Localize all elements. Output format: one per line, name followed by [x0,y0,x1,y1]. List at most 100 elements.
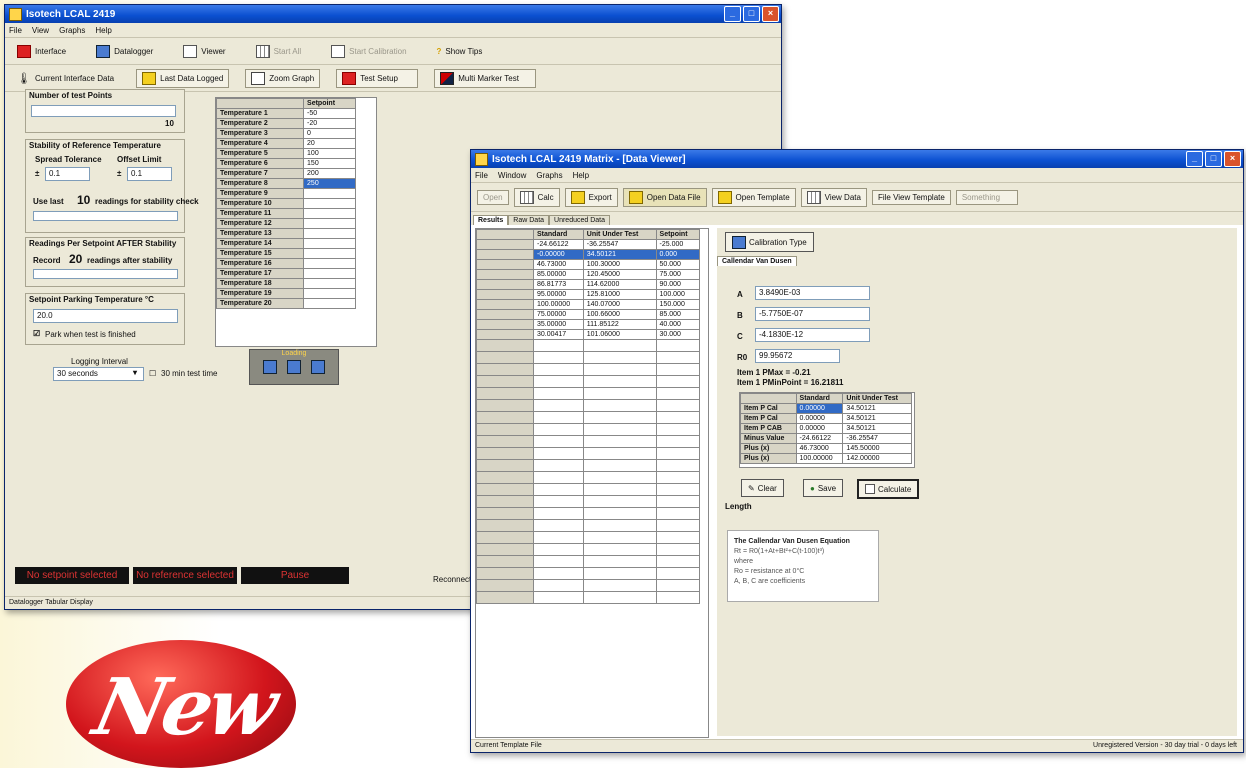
table-row[interactable]: -24.66122 -36.25547 -25.000 [476,239,701,250]
stop-icon[interactable] [287,360,301,374]
table-cell[interactable] [655,387,701,400]
setpoint-value[interactable]: 250 [303,178,356,189]
table-row[interactable] [476,579,701,592]
table-cell[interactable] [582,555,657,568]
table-cell[interactable]: 114.62000 [582,279,657,290]
setpoint-value[interactable] [303,188,356,199]
summary-cell[interactable]: 100.00000 [795,453,844,464]
table-cell[interactable] [655,519,701,532]
table-cell[interactable] [582,459,657,472]
setpoint-value[interactable] [303,218,356,229]
datalogger-titlebar[interactable]: Isotech LCAL 2419 _ □ × [5,5,781,23]
setpoint-value[interactable]: 100 [303,148,356,159]
table-cell[interactable] [533,351,584,364]
table-row[interactable] [476,351,701,364]
viewer-menu-help[interactable]: Help [573,171,589,180]
maximize-icon[interactable]: □ [743,6,760,22]
setpoint-value[interactable] [303,238,356,249]
setpoint-row[interactable]: Temperature 19 [215,288,356,299]
datalogger-button[interactable]: Datalogger [90,42,159,61]
record-slider[interactable] [33,269,178,279]
setpoint-row[interactable]: Temperature 2 -20 [215,118,356,129]
table-cell[interactable]: -24.66122 [533,239,584,250]
table-cell[interactable]: 120.45000 [582,269,657,280]
table-cell[interactable] [655,483,701,496]
offset-limit-field[interactable]: 0.1 [127,167,172,181]
table-cell[interactable] [655,543,701,556]
table-cell[interactable]: -0.00000 [533,249,584,260]
table-cell[interactable] [655,423,701,436]
viewer-close-icon[interactable]: × [1224,151,1241,167]
table-row[interactable] [476,339,701,352]
test-time-checkbox[interactable]: ☐ [149,369,156,378]
table-cell[interactable]: -36.25547 [582,239,657,250]
setpoint-value[interactable] [303,258,356,269]
table-cell[interactable] [533,435,584,448]
interface-button[interactable]: Interface [11,42,72,61]
summary-row[interactable]: Plus (x) 46.73000 145.50000 [740,443,912,454]
table-cell[interactable] [533,531,584,544]
table-cell[interactable] [533,495,584,508]
table-cell[interactable] [655,507,701,520]
setpoint-row[interactable]: Temperature 11 [215,208,356,219]
table-cell[interactable]: 111.85122 [582,319,657,330]
save-button[interactable]: ● Save [803,479,844,497]
table-row[interactable] [476,507,701,520]
setpoint-value[interactable] [303,278,356,289]
summary-row[interactable]: Item P Cal 0.00000 34.50121 [740,413,912,424]
summary-cell[interactable]: 0.00000 [795,413,844,424]
table-row[interactable]: 75.00000 100.66000 85.000 [476,309,701,320]
table-cell[interactable]: 100.000 [655,289,701,300]
next-icon[interactable] [311,360,325,374]
table-cell[interactable] [582,387,657,400]
table-cell[interactable]: 0.000 [655,249,701,260]
table-cell[interactable] [582,399,657,412]
setpoint-value[interactable]: 150 [303,158,356,169]
table-cell[interactable]: 90.000 [655,279,701,290]
viewer-button[interactable]: Viewer [177,42,231,61]
setpoint-row[interactable]: Temperature 9 [215,188,356,199]
table-row[interactable]: 85.00000 120.45000 75.000 [476,269,701,280]
table-row[interactable]: 86.81773 114.62000 90.000 [476,279,701,290]
table-row[interactable] [476,387,701,400]
table-cell[interactable] [655,411,701,424]
table-cell[interactable] [582,423,657,436]
table-cell[interactable] [582,519,657,532]
use-last-slider[interactable] [33,211,178,221]
table-cell[interactable] [582,483,657,496]
setpoint-row[interactable]: Temperature 5 100 [215,148,356,159]
viewer-minimize-icon[interactable]: _ [1186,151,1203,167]
test-points-slider[interactable] [31,105,176,117]
coef-a-field[interactable]: 3.8490E-03 [755,286,870,300]
table-row[interactable]: 100.00000 140.07000 150.000 [476,299,701,310]
table-row[interactable] [476,459,701,472]
table-cell[interactable]: 30.00417 [533,329,584,340]
setpoint-row[interactable]: Temperature 17 [215,268,356,279]
menu-file[interactable]: File [9,26,22,35]
table-row[interactable] [476,471,701,484]
setpoint-value[interactable] [303,198,356,209]
setpoint-row[interactable]: Temperature 7 200 [215,168,356,179]
table-cell[interactable]: 85.000 [655,309,701,320]
current-interface-data-button[interactable]: 🌡 Current Interface Data [11,69,120,88]
table-cell[interactable] [655,531,701,544]
logging-dropdown-icon[interactable]: ▾ [133,368,137,377]
table-row[interactable]: 95.00000 125.81000 100.000 [476,289,701,300]
setpoint-row[interactable]: Temperature 18 [215,278,356,289]
table-row[interactable] [476,591,701,604]
table-cell[interactable] [533,447,584,460]
table-row[interactable] [476,555,701,568]
table-cell[interactable] [582,435,657,448]
table-cell[interactable] [582,543,657,556]
table-row[interactable] [476,411,701,424]
table-cell[interactable]: 140.07000 [582,299,657,310]
summary-cell[interactable]: -24.66122 [795,433,844,444]
table-cell[interactable] [655,591,701,604]
setpoint-row[interactable]: Temperature 6 150 [215,158,356,169]
open-template-button[interactable]: Open Template [711,187,796,207]
table-row[interactable]: 35.00000 111.85122 40.000 [476,319,701,330]
setpoint-row[interactable]: Temperature 30 [215,128,356,139]
table-cell[interactable] [655,447,701,460]
other-button[interactable]: Something [955,189,1018,205]
table-cell[interactable]: 40.000 [655,319,701,330]
